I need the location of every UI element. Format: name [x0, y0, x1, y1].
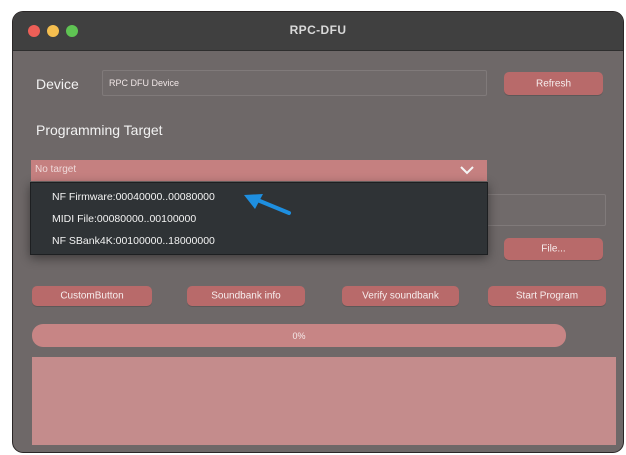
start-program-button[interactable]: Start Program [488, 286, 606, 306]
verify-soundbank-button-label: Verify soundbank [362, 290, 439, 302]
chevron-down-icon [459, 163, 475, 181]
soundbank-info-button-label: Soundbank info [211, 290, 281, 302]
device-value: RPC DFU Device [109, 78, 180, 88]
dropdown-option-nf-firmware[interactable]: NF Firmware:00040000..00080000 [52, 191, 215, 203]
dropdown-option-midi-file[interactable]: MIDI File:00080000..00100000 [52, 213, 196, 225]
progress-bar: 0% [32, 324, 566, 347]
app-window: RPC-DFU Device RPC DFU Device Refresh Pr… [13, 12, 623, 452]
log-output-area[interactable] [32, 357, 616, 445]
device-label: Device [36, 76, 79, 92]
progress-text: 0% [292, 330, 306, 341]
window-title: RPC-DFU [289, 23, 347, 37]
verify-soundbank-button[interactable]: Verify soundbank [342, 286, 459, 306]
pointer-arrow-icon [244, 194, 291, 215]
start-program-button-label: Start Program [515, 290, 579, 302]
soundbank-info-button[interactable]: Soundbank info [187, 286, 305, 306]
custom-button-label: CustomButton [60, 290, 124, 302]
device-field: RPC DFU Device [102, 70, 487, 96]
target-select-value: No target [35, 164, 77, 175]
file-button-label: File... [541, 243, 566, 255]
custom-button[interactable]: CustomButton [32, 286, 152, 306]
programming-target-label: Programming Target [36, 122, 163, 138]
target-select[interactable]: No target [31, 160, 487, 181]
refresh-button-label: Refresh [535, 78, 571, 89]
refresh-button[interactable]: Refresh [504, 72, 603, 95]
file-button[interactable]: File... [504, 238, 603, 260]
dropdown-option-nf-sbank4k[interactable]: NF SBank4K:00100000..18000000 [52, 235, 215, 247]
title-bar: RPC-DFU [13, 12, 623, 51]
